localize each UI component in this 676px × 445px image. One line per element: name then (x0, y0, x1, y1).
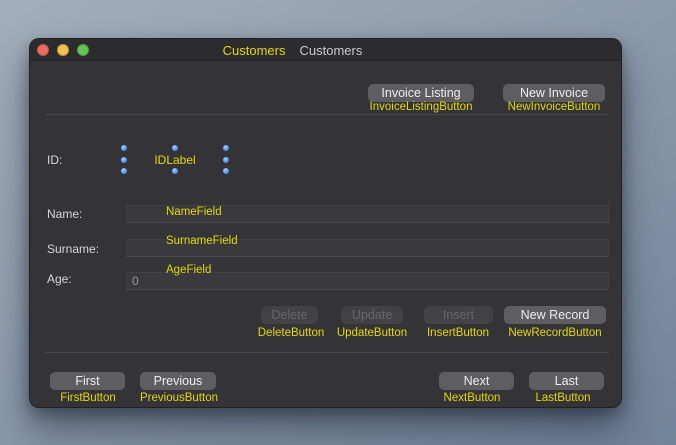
new-invoice-button-annotation: NewInvoiceButton (507, 101, 601, 113)
surname-field-annotation: SurnameField (166, 235, 238, 247)
name-label: Name: (47, 207, 83, 221)
invoice-listing-button-annotation: InvoiceListingButton (369, 101, 473, 113)
new-invoice-button[interactable]: New Invoice (503, 84, 605, 102)
last-button[interactable]: Last (529, 372, 604, 390)
previous-button[interactable]: Previous (140, 372, 216, 390)
age-field-annotation: AgeField (166, 264, 212, 276)
new-record-button-annotation: NewRecordButton (508, 327, 602, 339)
customers-window: Customers Customers Invoice Listing New … (29, 38, 622, 408)
first-button[interactable]: First (50, 372, 125, 390)
previous-button-annotation: PreviousButton (140, 392, 218, 404)
invoice-listing-button[interactable]: Invoice Listing (368, 84, 474, 102)
id-label: ID: (47, 153, 63, 167)
delete-button[interactable]: Delete (261, 306, 318, 324)
name-field-annotation: NameField (166, 206, 222, 218)
desktop-background: Customers Customers Invoice Listing New … (0, 0, 676, 445)
age-label: Age: (47, 272, 72, 286)
titlebar-titles: Customers Customers (0, 39, 588, 61)
window-title-annotation: Customers (222, 42, 286, 58)
divider (45, 352, 609, 353)
surname-label: Surname: (47, 242, 100, 256)
id-label-annotation: IDLabel (154, 152, 196, 167)
divider (45, 114, 609, 115)
last-button-annotation: LastButton (535, 392, 591, 404)
new-record-button[interactable]: New Record (504, 306, 606, 324)
window-title: Customers (299, 42, 363, 58)
update-button[interactable]: Update (341, 306, 403, 324)
next-button[interactable]: Next (439, 372, 514, 390)
id-label-selection[interactable]: IDLabel (121, 145, 229, 174)
titlebar[interactable]: Customers Customers (30, 39, 621, 61)
insert-button[interactable]: Insert (424, 306, 493, 324)
